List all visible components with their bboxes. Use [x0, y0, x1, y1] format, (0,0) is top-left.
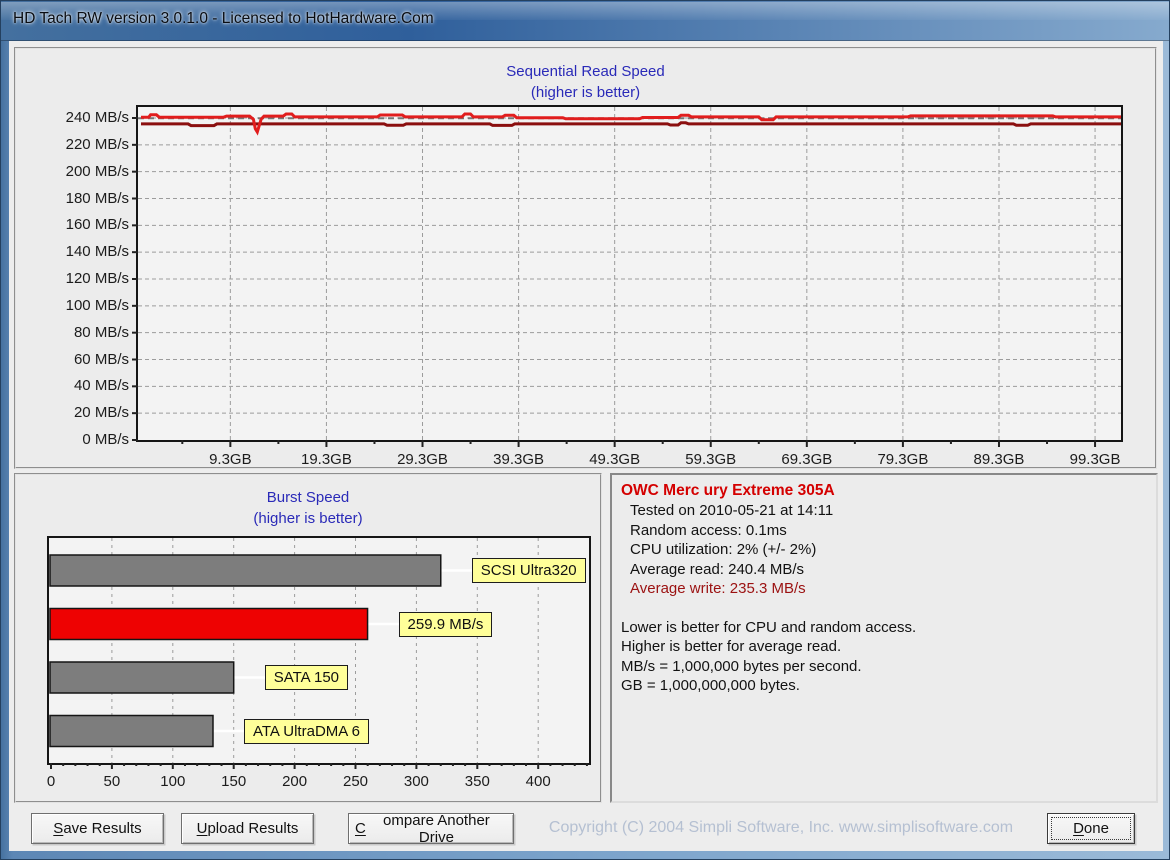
seq-y-axis-label: 40 MB/s [23, 377, 129, 395]
burst-bar-tag: SCSI Ultra320 [472, 558, 586, 583]
seq-x-axis-label: 89.3GB [959, 451, 1039, 468]
seq-x-axis-label: 9.3GB [190, 451, 270, 468]
note-line: GB = 1,000,000,000 bytes. [621, 676, 1147, 696]
note-line: MB/s = 1,000,000 bytes per second. [621, 657, 1147, 677]
burst-bar [50, 662, 234, 693]
client-area: Sequential Read Speed (higher is better)… [9, 41, 1163, 851]
note-line: Lower is better for CPU and random acces… [621, 618, 1147, 638]
seq-x-axis-label: 99.3GB [1055, 451, 1135, 468]
seq-y-axis-label: 20 MB/s [23, 404, 129, 422]
sequential-chart-heading: Sequential Read Speed (higher is better) [16, 61, 1155, 103]
burst-bar [50, 716, 213, 747]
average-read-line-text: Average read: 240.4 MB/s [621, 560, 1147, 580]
burst-x-axis-label: 300 [391, 773, 441, 790]
done-button[interactable]: Done [1047, 813, 1135, 844]
burst-bar [50, 609, 368, 640]
seq-x-axis-label: 39.3GB [479, 451, 559, 468]
burst-x-axis-label: 150 [209, 773, 259, 790]
sequential-read-plot [136, 105, 1123, 442]
drive-info-panel: OWC Merc ury Extreme 305A Tested on 2010… [610, 473, 1158, 803]
burst-bar [50, 555, 441, 586]
info-notes: Lower is better for CPU and random acces… [621, 618, 1147, 696]
seq-x-axis-label: 29.3GB [383, 451, 463, 468]
burst-x-axis-label: 250 [331, 773, 381, 790]
seq-y-axis-label: 80 MB/s [23, 324, 129, 342]
compare-another-drive-button[interactable]: Compare Another Drive [348, 813, 514, 844]
seq-y-axis-label: 60 MB/s [23, 351, 129, 369]
burst-chart-subtitle: (higher is better) [16, 508, 600, 529]
burst-x-axis-label: 0 [26, 773, 76, 790]
copyright-text: Copyright (C) 2004 Simpli Software, Inc.… [541, 819, 1021, 837]
drive-info-content: OWC Merc ury Extreme 305A Tested on 2010… [612, 475, 1156, 801]
seq-y-axis-label: 0 MB/s [23, 431, 129, 449]
burst-bar-tag: SATA 150 [265, 665, 348, 690]
write-speed-line [141, 123, 1121, 126]
titlebar[interactable]: HD Tach RW version 3.0.1.0 - Licensed to… [1, 1, 1169, 41]
burst-chart-heading: Burst Speed (higher is better) [16, 487, 600, 529]
sequential-read-panel: Sequential Read Speed (higher is better)… [14, 47, 1157, 469]
window-title: HD Tach RW version 3.0.1.0 - Licensed to… [13, 10, 434, 28]
seq-x-axis-label: 59.3GB [671, 451, 751, 468]
hdtach-window: HD Tach RW version 3.0.1.0 - Licensed to… [0, 0, 1170, 860]
sequential-chart-title: Sequential Read Speed [16, 61, 1155, 82]
tested-on-line: Tested on 2010-05-21 at 14:11 [621, 501, 1147, 521]
seq-y-axis-label: 100 MB/s [23, 297, 129, 315]
burst-speed-panel: Burst Speed (higher is better) SCSI Ultr… [14, 473, 602, 803]
burst-bar-tag: 259.9 MB/s [399, 612, 493, 637]
burst-bar-tag: ATA UltraDMA 6 [244, 719, 369, 744]
burst-x-axis-label: 400 [513, 773, 563, 790]
save-results-button[interactable]: Save Results [31, 813, 164, 844]
burst-x-axis-label: 50 [87, 773, 137, 790]
cpu-utilization-line: CPU utilization: 2% (+/- 2%) [621, 540, 1147, 560]
seq-x-axis-label: 19.3GB [286, 451, 366, 468]
upload-results-button[interactable]: Upload Results [181, 813, 314, 844]
seq-y-axis-label: 120 MB/s [23, 270, 129, 288]
seq-y-axis-label: 160 MB/s [23, 216, 129, 234]
burst-x-axis-label: 100 [148, 773, 198, 790]
seq-y-axis-label: 240 MB/s [23, 109, 129, 127]
sequential-read-chart [138, 107, 1121, 440]
seq-y-axis-label: 180 MB/s [23, 190, 129, 208]
seq-y-axis-label: 200 MB/s [23, 163, 129, 181]
random-access-line: Random access: 0.1ms [621, 521, 1147, 541]
burst-x-axis-label: 200 [270, 773, 320, 790]
sequential-chart-subtitle: (higher is better) [16, 82, 1155, 103]
average-write-line-text: Average write: 235.3 MB/s [621, 579, 1147, 599]
seq-x-axis-label: 69.3GB [767, 451, 847, 468]
seq-y-axis-label: 220 MB/s [23, 136, 129, 154]
seq-x-axis-label: 49.3GB [575, 451, 655, 468]
seq-y-axis-label: 140 MB/s [23, 243, 129, 261]
burst-chart-title: Burst Speed [16, 487, 600, 508]
burst-x-axis-label: 350 [452, 773, 502, 790]
note-line: Higher is better for average read. [621, 637, 1147, 657]
seq-x-axis-label: 79.3GB [863, 451, 943, 468]
drive-name: OWC Merc ury Extreme 305A [621, 481, 1147, 501]
